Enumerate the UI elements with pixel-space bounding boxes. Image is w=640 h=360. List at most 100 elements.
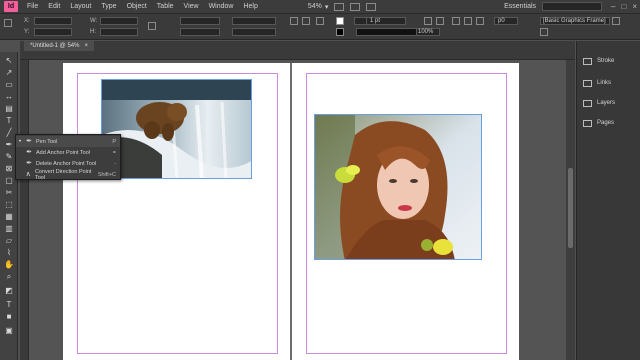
flyout-item-shortcut: P bbox=[112, 138, 116, 145]
bear-image bbox=[102, 80, 251, 178]
pencil-tool-icon[interactable]: ✎ bbox=[4, 152, 14, 162]
selection-tool-icon[interactable]: ↖ bbox=[4, 56, 14, 66]
free-transform-tool-icon[interactable]: ⬚ bbox=[4, 200, 14, 210]
convert-direction-point-icon: ∧ bbox=[25, 170, 31, 178]
object-style-menu-icon[interactable] bbox=[540, 28, 548, 36]
fitting-icon[interactable] bbox=[452, 17, 460, 25]
x-field[interactable] bbox=[34, 17, 72, 25]
menu-table[interactable]: Table bbox=[152, 0, 179, 14]
gradient-tool-icon[interactable]: ▦ bbox=[4, 212, 14, 222]
menu-object[interactable]: Object bbox=[122, 0, 152, 14]
flyout-item-shortcut: - bbox=[114, 160, 116, 167]
fx-icon[interactable] bbox=[424, 17, 432, 25]
direct-selection-tool-icon[interactable]: ↗ bbox=[4, 68, 14, 78]
formatting-affects-icon[interactable]: T bbox=[4, 300, 14, 310]
arrange-documents-icon[interactable] bbox=[366, 2, 377, 11]
menu-type[interactable]: Type bbox=[96, 0, 121, 14]
zoom-value: 54% bbox=[307, 3, 322, 10]
y-label: Y: bbox=[24, 29, 30, 35]
w-field[interactable] bbox=[100, 17, 138, 25]
flyout-item-label: Convert Direction Point Tool bbox=[34, 168, 92, 181]
shear-field[interactable] bbox=[232, 28, 276, 36]
scrollbar-thumb[interactable] bbox=[568, 168, 573, 248]
menu-file[interactable]: File bbox=[22, 0, 43, 14]
menu-layout[interactable]: Layout bbox=[65, 0, 96, 14]
stroke-icon bbox=[583, 57, 592, 65]
scale-y-field[interactable] bbox=[180, 28, 220, 36]
line-tool-icon[interactable]: ╱ bbox=[4, 128, 14, 138]
y-field[interactable] bbox=[34, 28, 72, 36]
screen-mode-icon[interactable] bbox=[350, 2, 361, 11]
gap-tool-icon[interactable]: ↔ bbox=[4, 92, 14, 102]
portrait-image bbox=[315, 115, 481, 259]
hand-tool-icon[interactable]: ✋ bbox=[4, 260, 14, 270]
tools-panel: ↖ ↗ ▭ ↔ ▤ T ╱ ✒ ✎ ⊠ ▢ ✂ ⬚ ▦ ▥ ▱ ⌇ ✋ ⌕ ◩ … bbox=[0, 52, 18, 360]
panel-layers[interactable]: Layers bbox=[577, 93, 640, 113]
page-tool-icon[interactable]: ▭ bbox=[4, 80, 14, 90]
menu-bar: Id File Edit Layout Type Object Table Vi… bbox=[0, 0, 640, 14]
fit-content-icon[interactable] bbox=[464, 17, 472, 25]
reference-point-icon[interactable] bbox=[4, 19, 12, 27]
menu-view[interactable]: View bbox=[179, 0, 204, 14]
auto-fit-icon[interactable] bbox=[476, 17, 484, 25]
stroke-weight-value: 1 pt bbox=[370, 18, 381, 24]
flyout-item-add-anchor[interactable]: ✒ Add Anchor Point Tool = bbox=[16, 147, 120, 158]
flyout-item-delete-anchor[interactable]: ✒ Delete Anchor Point Tool - bbox=[16, 158, 120, 169]
rotation-field[interactable] bbox=[232, 17, 276, 25]
rotate-icon[interactable] bbox=[290, 17, 298, 25]
panel-stroke-label: Stroke bbox=[597, 58, 615, 64]
flyout-item-label: Add Anchor Point Tool bbox=[36, 149, 91, 156]
panel-pages[interactable]: Pages bbox=[577, 113, 640, 133]
close-icon[interactable]: × bbox=[629, 2, 640, 11]
control-panel-menu-icon[interactable] bbox=[612, 17, 620, 25]
rectangle-tool-icon[interactable]: ▢ bbox=[4, 176, 14, 186]
h-field[interactable] bbox=[100, 28, 138, 36]
selection-icon[interactable] bbox=[316, 17, 324, 25]
flip-icon[interactable] bbox=[302, 17, 310, 25]
menu-help[interactable]: Help bbox=[238, 0, 262, 14]
add-anchor-point-icon: ✒ bbox=[26, 148, 32, 156]
flyout-item-pen-tool[interactable]: • ✒ Pen Tool P bbox=[16, 136, 120, 147]
panel-links[interactable]: Links bbox=[577, 73, 640, 93]
maximize-icon[interactable]: □ bbox=[618, 2, 629, 11]
minimize-icon[interactable]: – bbox=[608, 2, 618, 11]
workspace-switcher[interactable]: Essentials bbox=[498, 3, 542, 10]
horizontal-ruler[interactable] bbox=[20, 51, 575, 60]
content-collector-icon[interactable]: ▤ bbox=[4, 104, 14, 114]
document-tab[interactable]: *Untitled-1 @ 54% × bbox=[24, 41, 94, 51]
document-tab-bar: *Untitled-1 @ 54% × bbox=[20, 41, 575, 51]
fill-stroke-icon[interactable]: ◩ bbox=[4, 286, 14, 296]
menu-edit[interactable]: Edit bbox=[43, 0, 65, 14]
pen-tool-icon[interactable]: ✒ bbox=[4, 140, 14, 150]
gradient-feather-tool-icon[interactable]: ▥ bbox=[4, 224, 14, 234]
search-input[interactable] bbox=[542, 2, 603, 11]
stroke-swatch-icon[interactable] bbox=[336, 28, 344, 36]
rectangle-frame-tool-icon[interactable]: ⊠ bbox=[4, 164, 14, 174]
links-icon bbox=[583, 79, 592, 87]
scale-x-field[interactable] bbox=[180, 17, 220, 25]
zoom-tool-icon[interactable]: ⌕ bbox=[4, 272, 14, 282]
bear-image-frame[interactable] bbox=[101, 79, 252, 179]
apply-color-icon[interactable]: ■ bbox=[4, 312, 14, 322]
frame-width-value: p0 bbox=[498, 18, 505, 24]
opacity-value: 100% bbox=[418, 29, 434, 35]
type-tool-icon[interactable]: T bbox=[4, 116, 14, 126]
vertical-scrollbar[interactable] bbox=[566, 60, 575, 360]
view-options-icon[interactable] bbox=[334, 2, 345, 11]
flyout-item-convert-direction[interactable]: ∧ Convert Direction Point Tool Shift+C bbox=[16, 168, 120, 181]
screen-mode-tool-icon[interactable]: ▣ bbox=[4, 326, 14, 336]
stroke-type-field[interactable] bbox=[356, 28, 418, 36]
zoom-level[interactable]: 54% ▾ bbox=[308, 3, 329, 11]
menu-window[interactable]: Window bbox=[204, 0, 239, 14]
vertical-ruler[interactable] bbox=[20, 60, 29, 360]
scissors-tool-icon[interactable]: ✂ bbox=[4, 188, 14, 198]
drop-shadow-icon[interactable] bbox=[436, 17, 444, 25]
close-icon[interactable]: × bbox=[84, 41, 88, 51]
flyout-item-shortcut: Shift+C bbox=[97, 171, 117, 178]
portrait-image-frame[interactable] bbox=[314, 114, 482, 260]
eyedropper-tool-icon[interactable]: ⌇ bbox=[4, 248, 14, 258]
panel-stroke[interactable]: Stroke bbox=[577, 51, 640, 71]
fill-swatch-icon[interactable] bbox=[336, 17, 344, 25]
constrain-proportions-icon[interactable] bbox=[148, 22, 156, 30]
note-tool-icon[interactable]: ▱ bbox=[4, 236, 14, 246]
